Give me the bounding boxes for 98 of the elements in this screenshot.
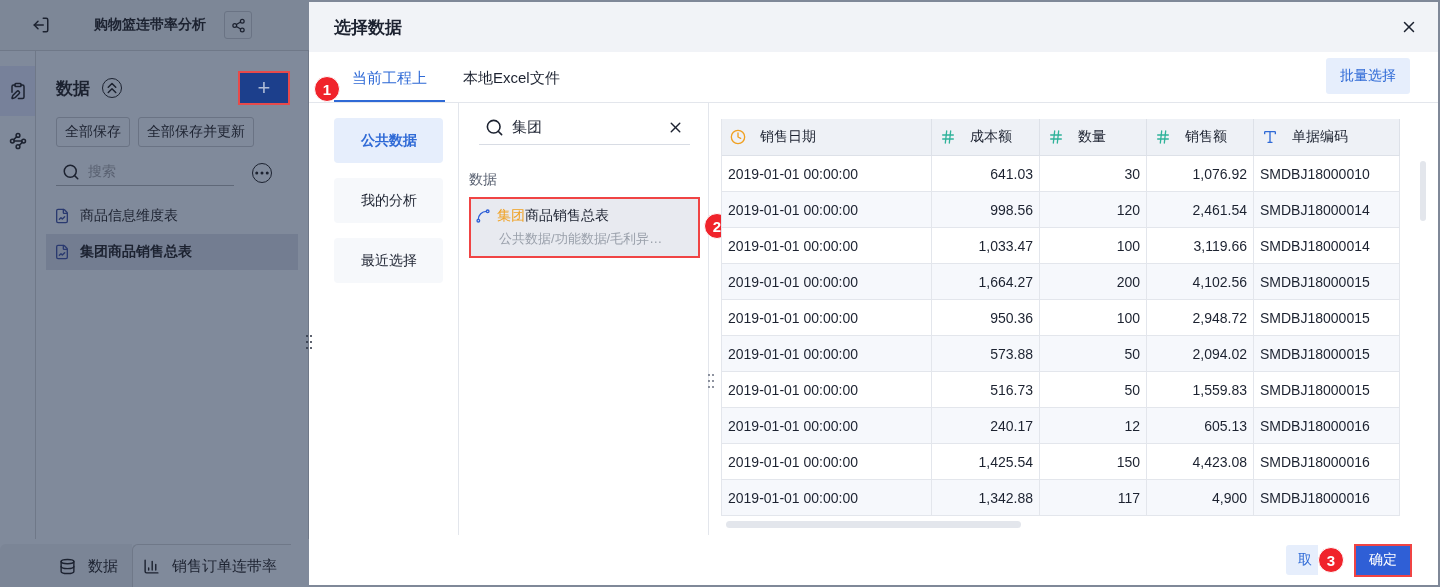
table-cell: SMDBJ18000014	[1254, 228, 1400, 264]
table-cell: 605.13	[1147, 408, 1254, 444]
table-cell: SMDBJ18000010	[1254, 156, 1400, 192]
table-cell: 50	[1040, 372, 1147, 408]
table-cell: SMDBJ18000015	[1254, 372, 1400, 408]
hash-icon	[1155, 129, 1171, 145]
table-cell: 2019-01-01 00:00:00	[722, 444, 932, 480]
column-header: 销售额	[1147, 119, 1254, 156]
table-cell: 4,900	[1147, 480, 1254, 516]
table-item[interactable]: 集团商品销售总表	[46, 234, 298, 270]
table-cell: SMDBJ18000014	[1254, 192, 1400, 228]
table-cell: 1,559.83	[1147, 372, 1254, 408]
table-cell: 150	[1040, 444, 1147, 480]
table-cell: 1,076.92	[1147, 156, 1254, 192]
column-header: 成本额	[932, 119, 1040, 156]
search-icon	[485, 118, 504, 137]
nodes-icon	[8, 132, 27, 150]
table-cell: 2019-01-01 00:00:00	[722, 408, 932, 444]
search-icon	[62, 163, 81, 181]
save-all-button[interactable]: 全部保存	[56, 117, 131, 147]
nav-item[interactable]: 公共数据	[334, 118, 443, 163]
table-cell: 2,461.54	[1147, 192, 1254, 228]
table-cell: SMDBJ18000015	[1254, 264, 1400, 300]
table-cell: 516.73	[932, 372, 1040, 408]
clock-icon	[730, 129, 746, 145]
report-title: 购物篮连带率分析	[94, 16, 206, 34]
table-cell: SMDBJ18000015	[1254, 300, 1400, 336]
table-cell: 641.03	[932, 156, 1040, 192]
line-chart-icon	[475, 208, 491, 224]
table-cell: 2019-01-01 00:00:00	[722, 156, 932, 192]
table-cell: SMDBJ18000016	[1254, 480, 1400, 516]
panel-title: 数据	[56, 77, 91, 100]
dialog-title: 选择数据	[334, 16, 402, 39]
table-cell: 573.88	[932, 336, 1040, 372]
step-badge: 3	[1318, 547, 1344, 573]
exit-icon[interactable]	[32, 16, 50, 34]
table-cell: 2019-01-01 00:00:00	[722, 480, 932, 516]
cancel-button[interactable]: 取	[1286, 545, 1318, 575]
edit-data-tab[interactable]	[0, 66, 36, 116]
bar-chart-icon	[143, 557, 160, 575]
table-cell: 1,425.54	[932, 444, 1040, 480]
table-cell: 2019-01-01 00:00:00	[722, 300, 932, 336]
table-cell: 117	[1040, 480, 1147, 516]
source-tab[interactable]: 当前工程上	[334, 69, 445, 102]
table-cell: 950.36	[932, 300, 1040, 336]
table-cell: 12	[1040, 408, 1147, 444]
source-tab[interactable]: 本地Excel文件	[445, 69, 578, 102]
table-cell: 2,948.72	[1147, 300, 1254, 336]
scrollbar[interactable]	[1420, 161, 1426, 221]
table-file-icon	[54, 244, 71, 260]
nav-item[interactable]: 我的分析	[334, 178, 443, 223]
table-cell: 30	[1040, 156, 1147, 192]
table-cell: 120	[1040, 192, 1147, 228]
save-update-button[interactable]: 全部保存并更新	[138, 117, 255, 147]
table-cell: 100	[1040, 300, 1147, 336]
add-data-button[interactable]: +	[238, 71, 290, 105]
table-cell: 3,119.66	[1147, 228, 1254, 264]
hash-icon	[1048, 129, 1064, 145]
share-button[interactable]	[224, 11, 252, 39]
confirm-button[interactable]: 确定	[1354, 543, 1412, 577]
bottom-tab[interactable]: 销售订单连带率	[132, 544, 291, 587]
table-item[interactable]: 商品信息维度表	[46, 198, 298, 234]
column-header: 销售日期	[722, 119, 932, 156]
table-cell: SMDBJ18000016	[1254, 408, 1400, 444]
table-cell: 4,423.08	[1147, 444, 1254, 480]
scrollbar[interactable]	[726, 521, 1021, 528]
table-cell: 2019-01-01 00:00:00	[722, 336, 932, 372]
bottom-tab[interactable]: 数据	[0, 544, 132, 587]
table-cell: 2019-01-01 00:00:00	[722, 372, 932, 408]
table-cell: 200	[1040, 264, 1147, 300]
column-header: 数量	[1040, 119, 1147, 156]
table-cell: 2,094.02	[1147, 336, 1254, 372]
table-cell: 240.17	[932, 408, 1040, 444]
table-file-icon	[54, 208, 71, 224]
batch-select-button[interactable]: 批量选择	[1326, 58, 1410, 94]
table-cell: 2019-01-01 00:00:00	[722, 264, 932, 300]
table-cell: 4,102.56	[1147, 264, 1254, 300]
share-icon	[230, 17, 246, 33]
text-type-icon	[1262, 129, 1278, 145]
drag-handle-icon[interactable]	[708, 373, 714, 389]
table-cell: 50	[1040, 336, 1147, 372]
section-label: 数据	[469, 171, 498, 189]
database-icon	[59, 557, 76, 575]
table-cell: 1,664.27	[932, 264, 1040, 300]
clipboard-pen-icon	[8, 82, 27, 100]
table-cell: SMDBJ18000016	[1254, 444, 1400, 480]
table-cell: SMDBJ18000015	[1254, 336, 1400, 372]
column-header: 单据编码	[1254, 119, 1400, 156]
table-cell: 998.56	[932, 192, 1040, 228]
table-cell: 1,342.88	[932, 480, 1040, 516]
table-cell: 100	[1040, 228, 1147, 264]
search-field[interactable]: 集团	[479, 111, 690, 145]
table-cell: 1,033.47	[932, 228, 1040, 264]
nav-item[interactable]: 最近选择	[334, 238, 443, 283]
hash-icon	[940, 129, 956, 145]
table-cell: 2019-01-01 00:00:00	[722, 228, 932, 264]
drag-handle-icon[interactable]	[306, 334, 312, 350]
table-cell: 2019-01-01 00:00:00	[722, 192, 932, 228]
